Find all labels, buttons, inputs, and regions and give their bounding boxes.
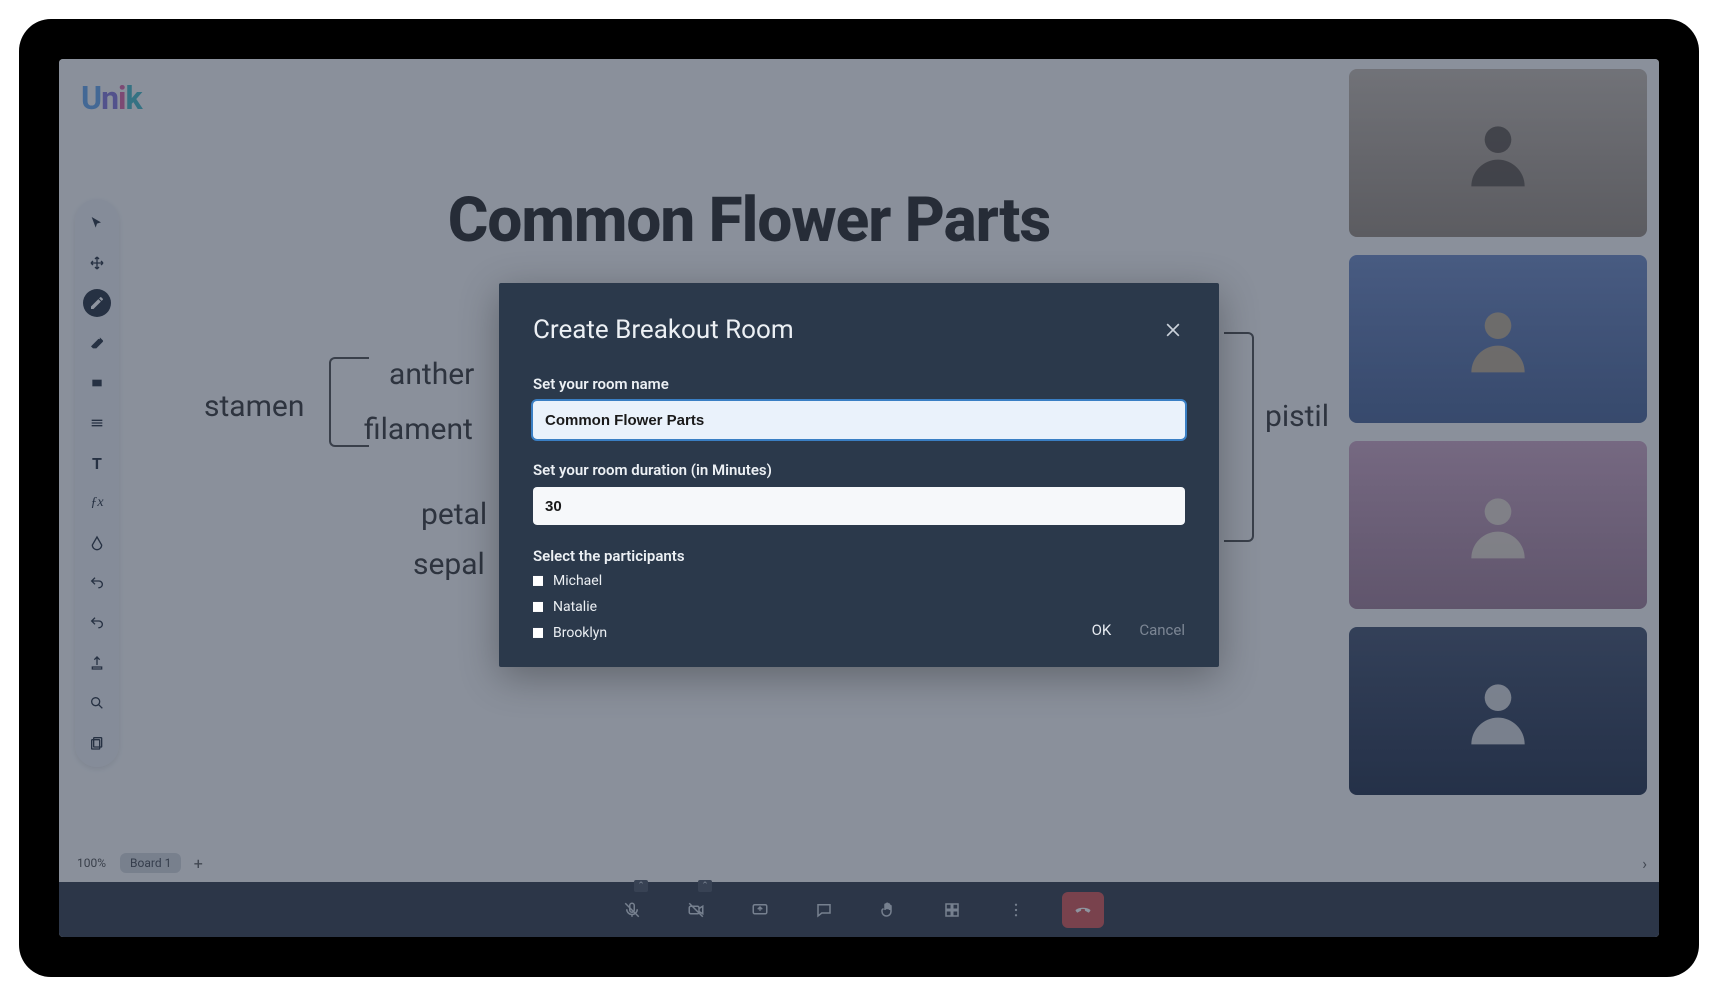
- room-duration-input[interactable]: [533, 487, 1185, 525]
- checkbox-icon[interactable]: [533, 576, 543, 586]
- participant-row[interactable]: Michael: [533, 573, 1185, 589]
- room-name-label: Set your room name: [533, 375, 1185, 393]
- room-duration-label: Set your room duration (in Minutes): [533, 461, 1185, 479]
- app-window: Unik T ƒx: [59, 59, 1659, 937]
- cancel-button[interactable]: Cancel: [1139, 621, 1185, 639]
- participant-name: Brooklyn: [553, 625, 607, 641]
- participant-name: Michael: [553, 573, 602, 589]
- ok-button[interactable]: OK: [1092, 621, 1112, 639]
- modal-title: Create Breakout Room: [533, 315, 794, 345]
- create-breakout-room-modal: Create Breakout Room Set your room name …: [499, 283, 1219, 667]
- close-icon[interactable]: [1161, 318, 1185, 342]
- participant-row[interactable]: Brooklyn: [533, 625, 1185, 641]
- checkbox-icon[interactable]: [533, 628, 543, 638]
- room-name-input[interactable]: [533, 401, 1185, 439]
- participant-name: Natalie: [553, 599, 597, 615]
- checkbox-icon[interactable]: [533, 602, 543, 612]
- participants-label: Select the participants: [533, 547, 1185, 565]
- modal-header: Create Breakout Room: [533, 315, 1185, 345]
- participants-list: Michael Natalie Brooklyn: [533, 573, 1185, 641]
- participant-row[interactable]: Natalie: [533, 599, 1185, 615]
